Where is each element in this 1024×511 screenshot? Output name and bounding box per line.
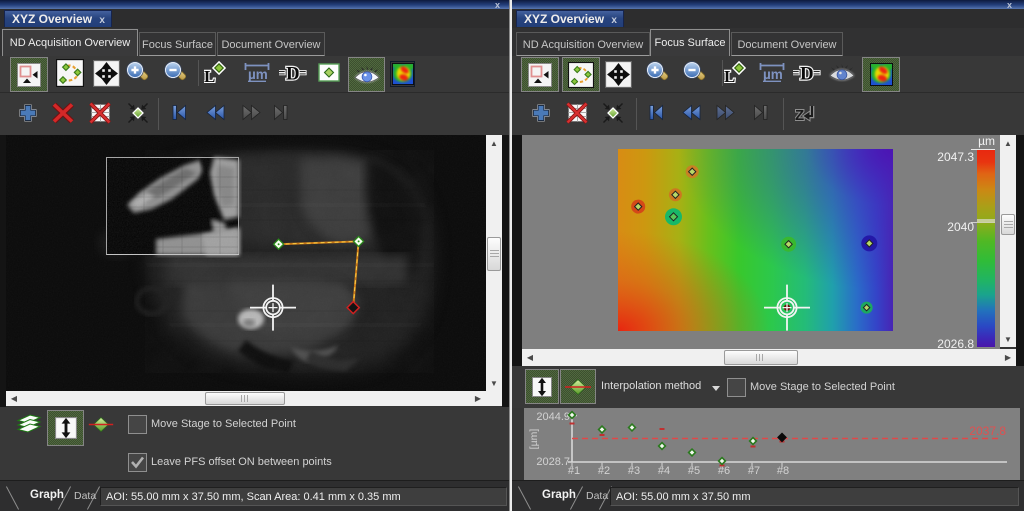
svg-text:µm: µm bbox=[978, 135, 995, 148]
svg-text:#6: #6 bbox=[718, 465, 730, 477]
svg-text:#5: #5 bbox=[688, 465, 700, 477]
svg-text:#8: #8 bbox=[777, 465, 789, 477]
svg-text:#2: #2 bbox=[598, 465, 610, 477]
svg-text:2026.8: 2026.8 bbox=[937, 337, 974, 349]
svg-text:2040: 2040 bbox=[947, 220, 974, 234]
svg-text:#3: #3 bbox=[628, 465, 640, 477]
svg-text:2037.8: 2037.8 bbox=[969, 424, 1006, 438]
svg-text:#7: #7 bbox=[748, 465, 760, 477]
svg-text:[µm]: [µm] bbox=[528, 429, 540, 450]
svg-text:2047.3: 2047.3 bbox=[937, 150, 974, 164]
svg-text:#1: #1 bbox=[568, 465, 580, 477]
svg-text:#4: #4 bbox=[658, 465, 670, 477]
svg-text:2044.9: 2044.9 bbox=[536, 411, 570, 423]
svg-text:2028.7: 2028.7 bbox=[536, 456, 570, 468]
